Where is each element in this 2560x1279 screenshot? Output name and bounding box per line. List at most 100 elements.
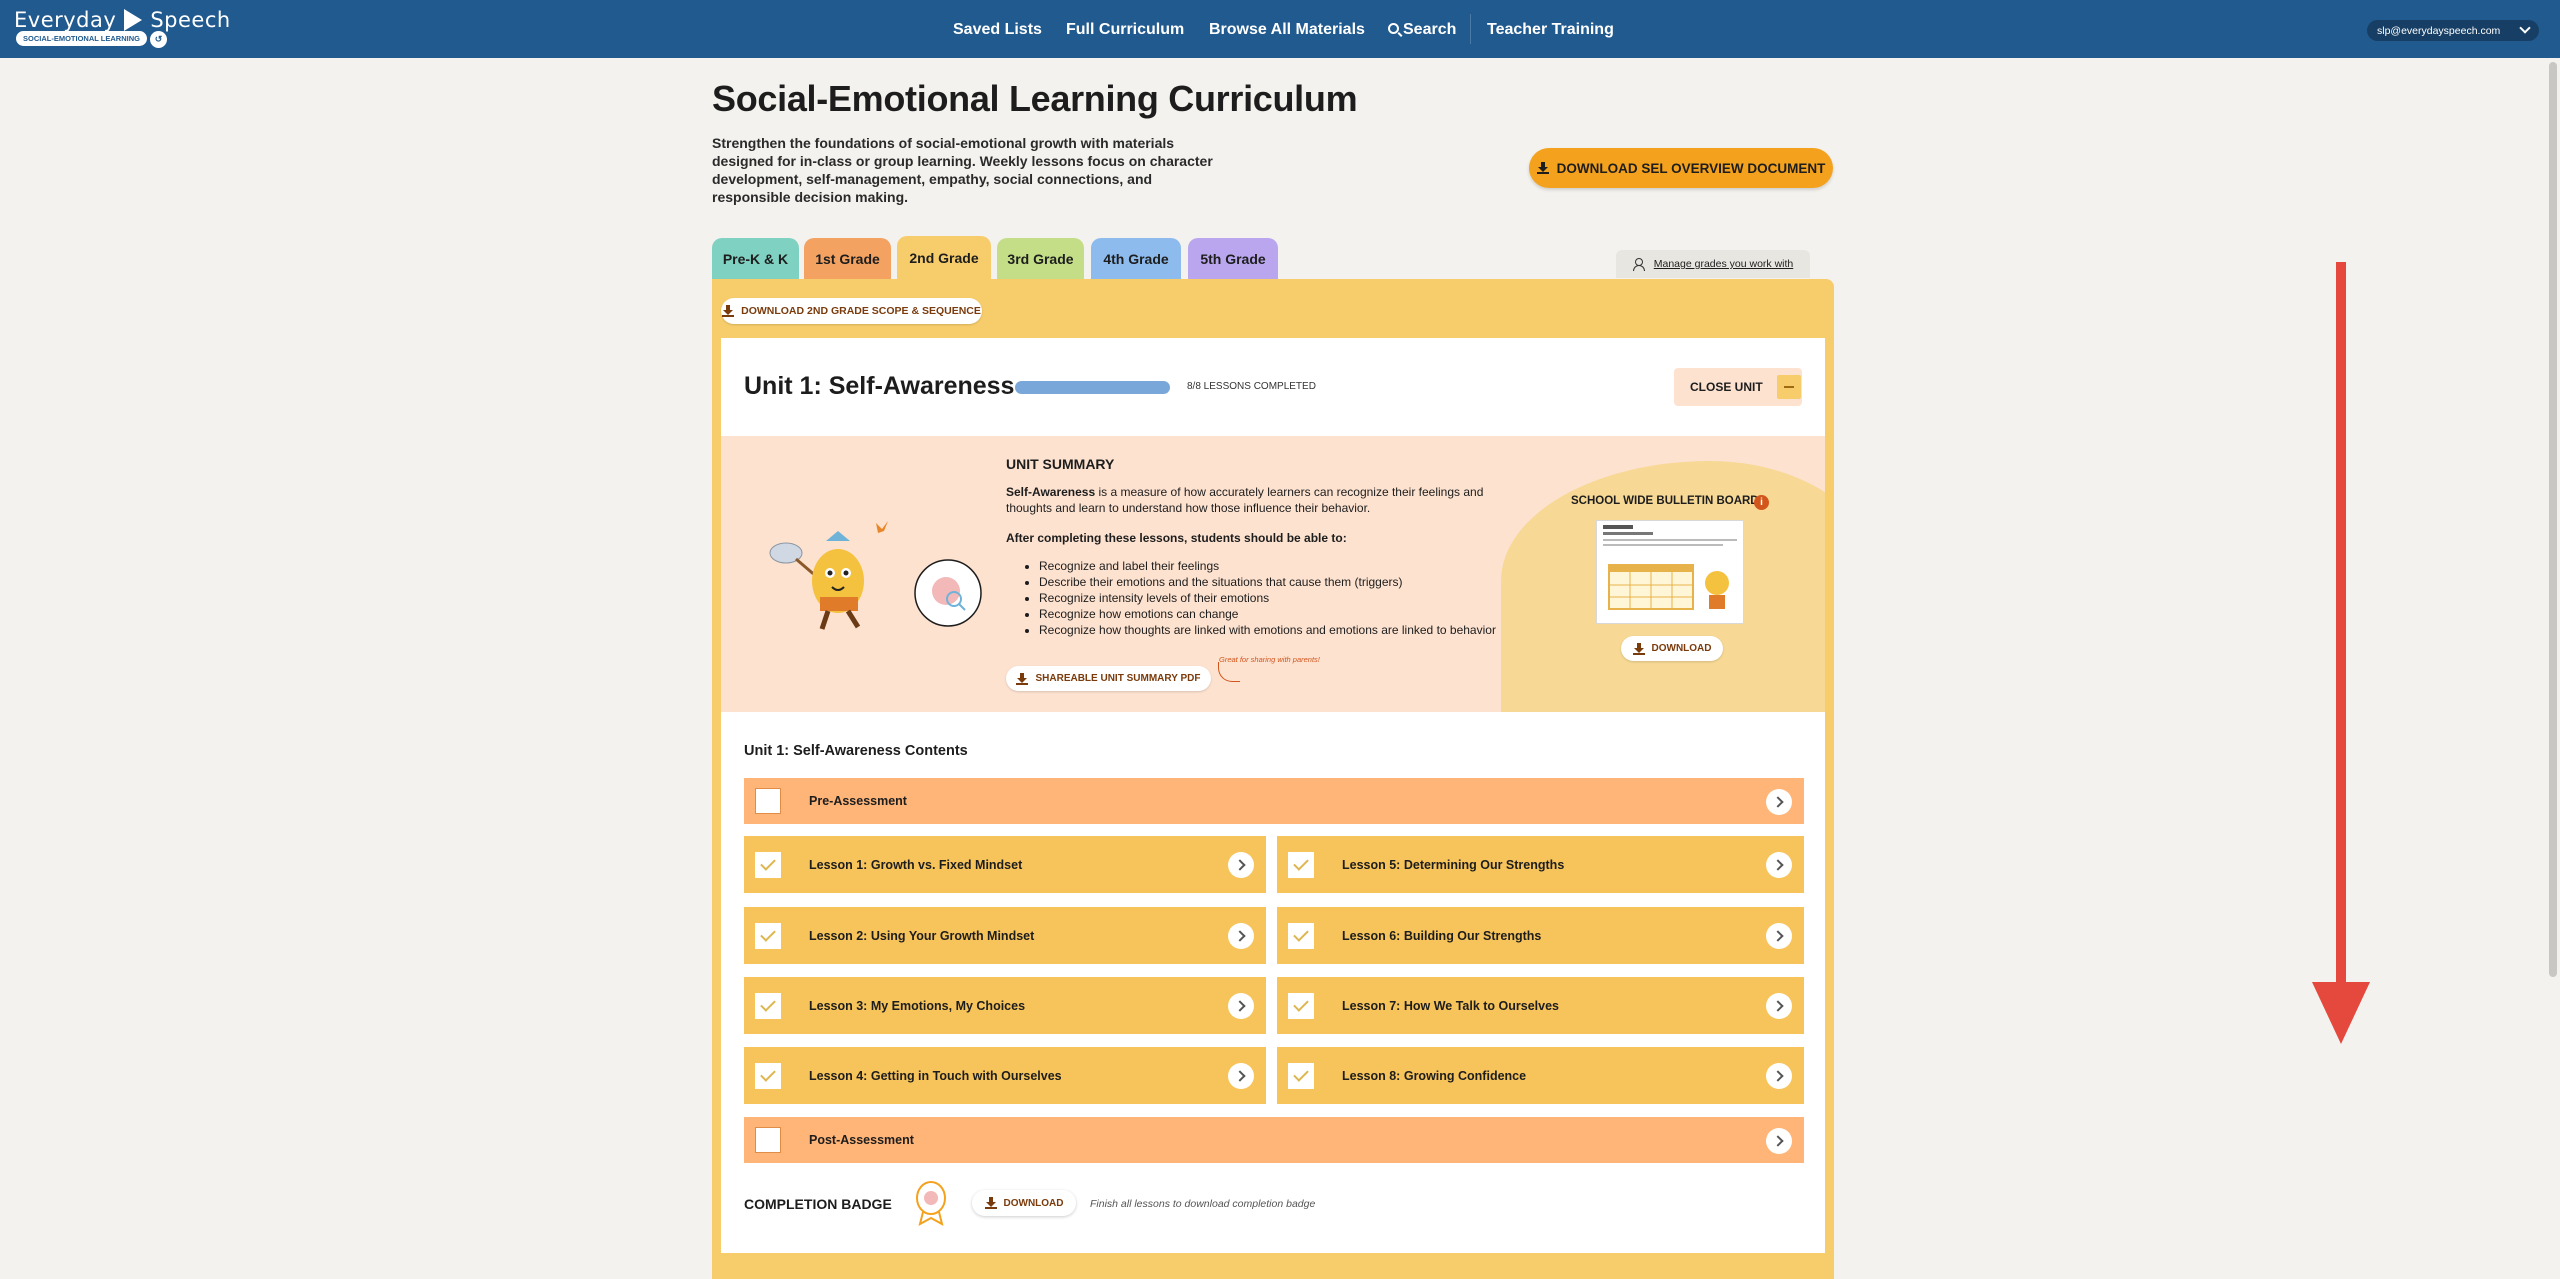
tab-prek-k[interactable]: Pre-K & K: [712, 238, 799, 280]
completion-badge-label: COMPLETION BADGE: [744, 1196, 892, 1212]
unchecked-checkbox[interactable]: [755, 788, 781, 814]
info-icon[interactable]: i: [1754, 495, 1769, 510]
nav-saved-lists[interactable]: Saved Lists: [953, 21, 1042, 39]
unit-summary-heading: UNIT SUMMARY: [1006, 456, 1115, 472]
tab-3rd-grade[interactable]: 3rd Grade: [997, 238, 1084, 280]
lesson-number: Lesson 5:: [1342, 857, 1401, 872]
top-navigation-bar: Everyday Speech SOCIAL-EMOTIONAL LEARNIN…: [0, 0, 2560, 58]
user-account-menu[interactable]: slp@everydayspeech.com: [2367, 20, 2539, 41]
checked-checkbox[interactable]: [1288, 922, 1314, 949]
unit-card: Unit 1: Self-Awareness 8/8 LESSONS COMPL…: [721, 338, 1825, 1253]
user-email: slp@everydayspeech.com: [2377, 24, 2501, 37]
tab-4th-grade[interactable]: 4th Grade: [1091, 238, 1181, 280]
sharing-note: Great for sharing with parents!: [1219, 655, 1320, 664]
chevron-right-icon[interactable]: [1228, 923, 1254, 949]
outcome-item: Recognize and label their feelings: [1039, 558, 1496, 574]
checked-checkbox[interactable]: [1288, 851, 1314, 878]
chevron-right-icon[interactable]: [1766, 852, 1792, 878]
checked-checkbox[interactable]: [755, 992, 781, 1019]
outcomes-list: Recognize and label their feelings Descr…: [1039, 558, 1496, 638]
badge-download-button[interactable]: DOWNLOAD: [972, 1190, 1076, 1216]
lesson-label: Lesson 3: My Emotions, My Choices: [809, 999, 1025, 1013]
outcome-item: Describe their emotions and the situatio…: [1039, 574, 1496, 590]
lesson-label: Lesson 6: Building Our Strengths: [1342, 929, 1541, 943]
brand-name-part1: Everyday: [14, 8, 117, 32]
curved-arrow-icon: [1218, 662, 1240, 682]
mascot-illustration: [769, 521, 982, 630]
lesson-label: Lesson 2: Using Your Growth Mindset: [809, 929, 1034, 943]
nav-teacher-training[interactable]: Teacher Training: [1487, 21, 1614, 39]
shareable-label: SHAREABLE UNIT SUMMARY PDF: [1035, 673, 1201, 684]
tab-2nd-grade[interactable]: 2nd Grade: [897, 236, 991, 280]
lesson-label: Lesson 5: Determining Our Strengths: [1342, 858, 1564, 872]
switch-product-icon[interactable]: ↺: [150, 31, 167, 48]
lesson-title: How We Talk to Ourselves: [1403, 998, 1559, 1013]
outcomes-heading: After completing these lessons, students…: [1006, 531, 1347, 545]
manage-grades-link[interactable]: Manage grades you work with: [1616, 250, 1810, 278]
lesson-number: Lesson 3:: [809, 998, 868, 1013]
download-icon: [1536, 162, 1549, 174]
lesson-title: Growing Confidence: [1403, 1068, 1527, 1083]
chevron-right-icon[interactable]: [1228, 993, 1254, 1019]
checked-checkbox[interactable]: [755, 922, 781, 949]
lesson-row[interactable]: Lesson 2: Using Your Growth Mindset: [744, 907, 1266, 964]
lesson-title: Growth vs. Fixed Mindset: [870, 857, 1023, 872]
outcome-item: Recognize how emotions can change: [1039, 606, 1496, 622]
red-down-arrow-icon: [2312, 982, 2370, 1044]
lesson-row[interactable]: Lesson 1: Growth vs. Fixed Mindset: [744, 836, 1266, 893]
lesson-title: Building Our Strengths: [1403, 928, 1542, 943]
bulletin-download-label: DOWNLOAD: [1651, 643, 1712, 654]
lesson-row[interactable]: Lesson 8: Growing Confidence: [1277, 1047, 1804, 1104]
nav-full-curriculum[interactable]: Full Curriculum: [1066, 21, 1184, 39]
checked-checkbox[interactable]: [755, 851, 781, 878]
chevron-right-icon[interactable]: [1766, 1063, 1792, 1089]
checked-checkbox[interactable]: [1288, 992, 1314, 1019]
lesson-row[interactable]: Lesson 6: Building Our Strengths: [1277, 907, 1804, 964]
nav-search-label: Search: [1403, 21, 1457, 38]
download-scope-sequence-button[interactable]: DOWNLOAD 2ND GRADE SCOPE & SEQUENCE: [721, 298, 982, 324]
bulletin-board-thumbnail[interactable]: [1596, 520, 1744, 624]
unchecked-checkbox[interactable]: [755, 1127, 781, 1153]
close-unit-label: CLOSE UNIT: [1690, 380, 1763, 394]
download-icon: [984, 1197, 997, 1209]
tab-1st-grade[interactable]: 1st Grade: [804, 238, 891, 280]
page-scrollbar[interactable]: [2549, 62, 2557, 977]
unit-progress-bar: [1015, 381, 1170, 394]
chevron-right-icon[interactable]: [1766, 923, 1792, 949]
bulletin-download-button[interactable]: DOWNLOAD: [1621, 636, 1723, 661]
collapse-icon: [1776, 375, 1801, 399]
nav-search[interactable]: Search: [1388, 21, 1456, 39]
chevron-right-icon[interactable]: [1228, 1063, 1254, 1089]
checked-checkbox[interactable]: [755, 1062, 781, 1089]
checked-checkbox[interactable]: [1288, 1062, 1314, 1089]
lesson-row[interactable]: Lesson 3: My Emotions, My Choices: [744, 977, 1266, 1034]
lesson-row[interactable]: Lesson 5: Determining Our Strengths: [1277, 836, 1804, 893]
lesson-number: Lesson 6:: [1342, 928, 1401, 943]
download-sel-overview-button[interactable]: DOWNLOAD SEL OVERVIEW DOCUMENT: [1529, 148, 1833, 188]
chevron-right-icon[interactable]: [1766, 1128, 1792, 1154]
close-unit-button[interactable]: CLOSE UNIT: [1674, 368, 1802, 406]
unit-summary-section: UNIT SUMMARY Self-Awareness is a measure…: [721, 436, 1825, 712]
everyday-speech-logo[interactable]: Everyday Speech: [14, 8, 231, 32]
pre-assessment-row[interactable]: Pre-Assessment: [744, 778, 1804, 824]
summary-term: Self-Awareness: [1006, 485, 1096, 499]
brand-subtitle-badge[interactable]: SOCIAL-EMOTIONAL LEARNING: [16, 31, 147, 46]
lesson-number: Lesson 7:: [1342, 998, 1401, 1013]
chevron-right-icon[interactable]: [1228, 852, 1254, 878]
badge-download-label: DOWNLOAD: [1003, 1197, 1064, 1209]
lesson-title: Getting in Touch with Ourselves: [870, 1068, 1062, 1083]
lesson-row[interactable]: Lesson 4: Getting in Touch with Ourselve…: [744, 1047, 1266, 1104]
lesson-row[interactable]: Lesson 7: How We Talk to Ourselves: [1277, 977, 1804, 1034]
post-assessment-row[interactable]: Post-Assessment: [744, 1117, 1804, 1163]
scope-download-label: DOWNLOAD 2ND GRADE SCOPE & SEQUENCE: [741, 305, 981, 317]
shareable-summary-pdf-button[interactable]: SHAREABLE UNIT SUMMARY PDF: [1006, 666, 1211, 691]
chevron-right-icon[interactable]: [1766, 993, 1792, 1019]
outcome-item: Recognize how thoughts are linked with e…: [1039, 622, 1496, 638]
pre-assessment-label: Pre-Assessment: [809, 794, 907, 808]
tab-5th-grade[interactable]: 5th Grade: [1188, 238, 1278, 280]
person-gear-icon: [1632, 257, 1648, 271]
download-overview-label: DOWNLOAD SEL OVERVIEW DOCUMENT: [1556, 160, 1826, 176]
chevron-right-icon[interactable]: [1766, 789, 1792, 815]
download-icon: [1016, 672, 1029, 685]
nav-browse-all-materials[interactable]: Browse All Materials: [1209, 21, 1365, 39]
